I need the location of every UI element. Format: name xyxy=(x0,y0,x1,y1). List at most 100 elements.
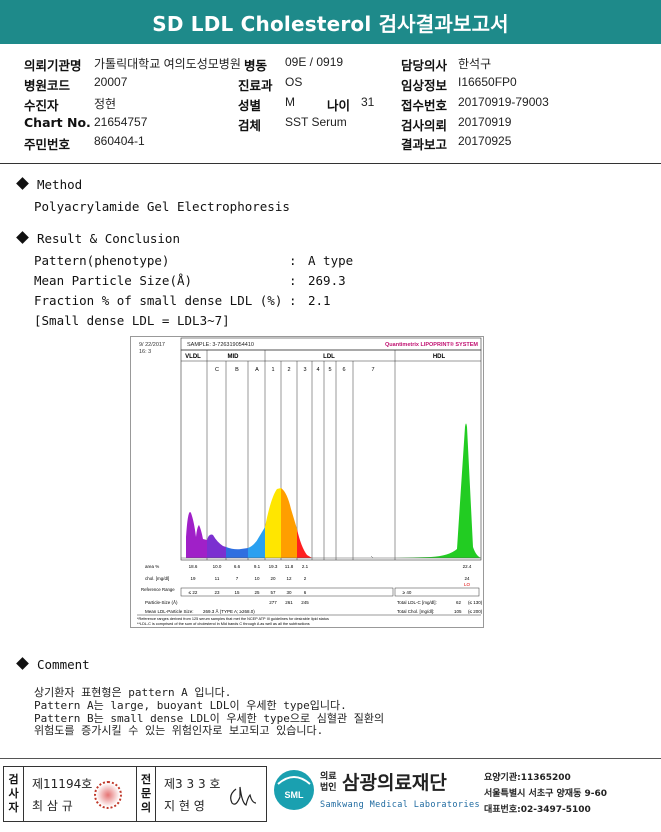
brand-text: Quantimetrix LIPOPRINT® SYSTEM xyxy=(385,341,478,348)
examiner-name: 최 삼 규 xyxy=(32,799,73,813)
recipient-label: 수진자 xyxy=(24,98,59,113)
rrn-value: 860404-1 xyxy=(94,134,145,148)
area-value: 19.3 xyxy=(269,564,278,569)
total-chol-ref: (≤ 200) xyxy=(468,609,483,614)
recipient-value: 정현 xyxy=(94,97,117,111)
result-heading: Result & Conclusion xyxy=(16,231,180,246)
report-date-label: 결과보고 xyxy=(401,137,448,152)
footer-divider xyxy=(0,758,661,759)
comment-heading: Comment xyxy=(16,657,90,672)
band-b: B xyxy=(235,367,239,373)
examiner-label: 검사자 xyxy=(4,767,24,821)
hospital-code-label: 병원코드 xyxy=(24,78,71,93)
particle-size-value: 261 xyxy=(285,600,293,605)
chol-value: 10 xyxy=(254,576,260,581)
specimen-label: 검체 xyxy=(238,118,262,133)
lipoprint-report: 9/ 22/2017 16: 3 SAMPLE: 3-726319054410 … xyxy=(130,336,484,628)
diamond-bullet-icon xyxy=(16,177,29,190)
clinical-label: 임상정보 xyxy=(401,78,448,93)
lipoprint-chart: 9/ 22/2017 16: 3 SAMPLE: 3-726319054410 … xyxy=(137,337,483,626)
band-5: 5 xyxy=(328,367,331,373)
band-a: A xyxy=(255,367,259,373)
request-value: 20170919 xyxy=(458,115,512,129)
run-number: 16: 3 xyxy=(139,349,151,355)
area-value: 9.1 xyxy=(254,564,261,569)
dept-label: 진료과 xyxy=(238,78,273,93)
method-text: Polyacrylamide Gel Electrophoresis xyxy=(34,199,290,214)
sml-logo-icon: SML xyxy=(274,770,314,810)
receipt-label: 접수번호 xyxy=(401,98,448,113)
examiner-seal-icon xyxy=(94,781,122,809)
specialist-label: 전문의 xyxy=(136,767,156,821)
ref-value: 25 xyxy=(254,590,260,595)
patient-info: 의뢰기관명 가톨릭대학교 여의도성모병원 병동 09E / 0919 담당의사 … xyxy=(0,50,661,164)
ref-value: 23 xyxy=(214,590,220,595)
chol-value: 7 xyxy=(236,576,239,581)
area-label: area % xyxy=(145,564,159,569)
hospital-code-value: 20007 xyxy=(94,75,128,89)
comment-heading-text: Comment xyxy=(37,657,90,672)
area-hdl-value: 22.4 xyxy=(463,564,472,569)
doctor-value: 한석구 xyxy=(458,57,492,71)
pattern-label: Pattern(phenotype) xyxy=(34,253,170,268)
chol-value: 2 xyxy=(304,576,307,581)
particle-size-value: 245 xyxy=(301,600,309,605)
comment-line: 위험도를 증가시킬 수 있는 위험인자로 보고되고 있습니다. xyxy=(34,724,324,737)
vldl-peak xyxy=(186,512,207,558)
mid-b-peak xyxy=(226,547,248,558)
chol-value: 11 xyxy=(215,576,220,581)
chart-label: Chart No. xyxy=(24,115,91,130)
org-prefix: 의료 법인 xyxy=(320,772,337,793)
age-value: 31 xyxy=(361,95,375,109)
ref-value: 15 xyxy=(234,590,240,595)
band-6: 6 xyxy=(342,367,345,373)
specimen-value: SST Serum xyxy=(285,115,347,129)
diamond-bullet-icon xyxy=(16,657,29,670)
chol-value: 20 xyxy=(270,576,276,581)
org-code: 요양기관:11365200 xyxy=(484,773,571,783)
institution-label: 의뢰기관명 xyxy=(24,58,82,73)
small-dense-note: [Small dense LDL = LDL3~7] xyxy=(34,313,230,328)
band-3: 3 xyxy=(303,367,306,373)
group-vldl: VLDL xyxy=(185,354,201,360)
group-ldl: LDL xyxy=(323,354,335,360)
request-label: 검사의뢰 xyxy=(401,118,448,133)
chol-hdl-flag: LO xyxy=(464,582,471,587)
footnote-1: *Reference ranges derived from 125 serum… xyxy=(137,617,329,621)
ref-label: Reference Range xyxy=(141,587,175,592)
group-mid: MID xyxy=(228,354,240,360)
chol-label: chol. [mg/dl] xyxy=(145,576,169,581)
rrn-label: 주민번호 xyxy=(24,137,71,152)
ldl1-peak xyxy=(265,488,281,558)
area-value: 18.6 xyxy=(189,564,198,569)
size-colon: : xyxy=(289,273,297,288)
result-heading-text: Result & Conclusion xyxy=(37,231,180,246)
pattern-colon: : xyxy=(289,253,297,268)
total-chol-label: Total Chol. [mg/dl]: xyxy=(397,609,434,614)
run-date: 9/ 22/2017 xyxy=(139,342,165,348)
clinical-value: I16650FP0 xyxy=(458,75,517,89)
size-label: Mean Particle Size(Å) xyxy=(34,273,193,288)
particle-size-label: Particle-Size (Å) xyxy=(145,599,178,605)
examiner-license: 제11194호 xyxy=(32,777,93,791)
org-english-name: Samkwang Medical Laboratories xyxy=(320,800,481,810)
chol-value: 19 xyxy=(190,576,196,581)
area-value: 10.0 xyxy=(213,564,222,569)
mid-a-peak xyxy=(248,527,265,558)
band-1: 1 xyxy=(271,367,274,373)
diamond-bullet-icon xyxy=(16,231,29,244)
svg-text:SML: SML xyxy=(285,790,305,800)
area-value: 6.6 xyxy=(234,564,241,569)
total-chol-value: 105 xyxy=(454,609,462,614)
ref-value: 30 xyxy=(286,590,292,595)
sex-label: 성별 xyxy=(238,98,262,113)
sample-id: SAMPLE: 3-726319054410 xyxy=(187,342,254,348)
mean-size-label: Mean LDL-Particle Size: xyxy=(145,609,194,614)
ref-value: ≤ 22 xyxy=(189,590,198,595)
org-footer: SML 의료 법인 삼광의료재단 Samkwang Medical Laborat… xyxy=(272,766,661,822)
fraction-label: Fraction % of small dense LDL (%) xyxy=(34,293,283,308)
area-value: 11.8 xyxy=(285,564,294,569)
band-4: 4 xyxy=(316,367,319,373)
report-date-value: 20170925 xyxy=(458,134,512,148)
total-ldl-ref: (≤ 130) xyxy=(468,600,483,605)
